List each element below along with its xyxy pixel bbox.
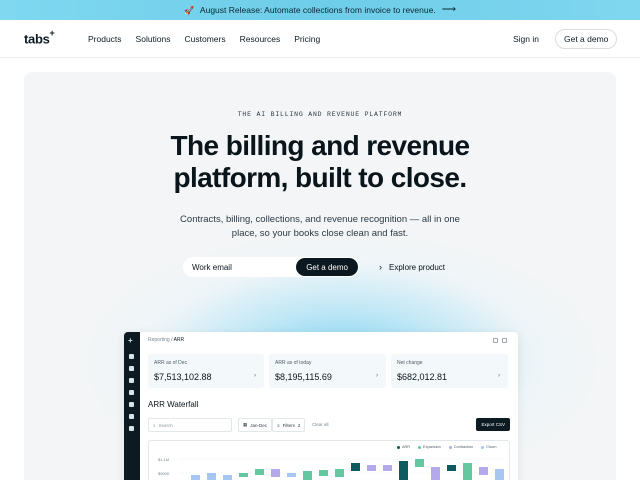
hero-get-demo-button[interactable]: Get a demo (296, 258, 358, 276)
app-logo-icon: + (128, 336, 133, 345)
breadcrumb: Reporting / ARR (148, 337, 184, 343)
kpi-value: $7,513,102.88 (154, 372, 212, 382)
chart-bar (191, 475, 200, 480)
chart-bar (351, 463, 360, 471)
y-tick-label: $1.1M (158, 457, 169, 462)
chart-bar (287, 473, 296, 477)
kpi-value: $8,195,115.69 (275, 372, 332, 382)
export-csv-button[interactable]: Export CSV (476, 418, 510, 431)
kpi-label: Net change (397, 360, 423, 366)
kpi-label: ARR as of Dec (154, 360, 188, 366)
hero-headline: The billing and revenue platform, built … (24, 130, 616, 194)
chart-bar (255, 469, 264, 475)
billing-icon[interactable] (129, 402, 134, 407)
report-search-input[interactable]: ⌕ Search (148, 418, 232, 432)
chart-bar (207, 473, 216, 480)
chart-bar (239, 473, 248, 477)
nav-links: Products Solutions Customers Resources P… (88, 34, 334, 44)
nav-link-products[interactable]: Products (88, 34, 122, 44)
chart-bar (431, 467, 440, 480)
explore-product-label: Explore product (389, 262, 446, 272)
headline-line-2: platform, built to close. (173, 162, 467, 193)
chart-bar (223, 475, 232, 480)
chart-bar (319, 470, 328, 476)
date-range-filter[interactable]: ▦ Jan-Dec (238, 418, 273, 432)
chart-bar (335, 469, 344, 477)
chart-bar (303, 471, 312, 480)
waterfall-title: ARR Waterfall (148, 400, 199, 409)
headline-line-1: The billing and revenue (170, 130, 471, 161)
chart-bar (447, 465, 456, 471)
product-preview: + Reporting / ARR ARR as of Dec $7,513,1… (124, 332, 518, 480)
breadcrumb-current: ARR (173, 337, 185, 343)
chart-bar (399, 461, 408, 480)
chart-bar (463, 463, 472, 480)
arrow-right-icon: ⟶ (441, 4, 457, 15)
filters-button[interactable]: ≡ Filters 2 (272, 418, 306, 432)
work-email-input[interactable] (192, 262, 292, 272)
revenue-icon[interactable] (129, 414, 134, 419)
chart-bar (415, 459, 424, 467)
filters-label: Filters (282, 422, 295, 428)
chart-bar (271, 469, 280, 477)
reports-icon[interactable] (129, 378, 134, 383)
filters-count: 2 (297, 422, 301, 428)
share-icon[interactable] (493, 338, 498, 343)
chevron-right-icon: › (498, 373, 500, 379)
chevron-right-icon: › (379, 262, 382, 272)
kpi-label: ARR as of today (275, 360, 312, 366)
contracts-icon[interactable] (129, 390, 134, 395)
logo[interactable]: tabs+ (24, 28, 55, 46)
report-toolbar: ⌕ Search ▦ Jan-Dec ≡ Filters 2 Clear all… (148, 418, 510, 432)
kpi-card-net-change[interactable]: Net change $682,012.81 › (391, 354, 508, 388)
logo-mark: + (49, 28, 55, 38)
clear-filters-link[interactable]: Clear all (312, 422, 329, 427)
chart-bar (495, 469, 504, 480)
kpi-value: $682,012.81 (397, 372, 448, 382)
home-icon[interactable] (129, 354, 134, 359)
chart-bar (383, 465, 392, 471)
app-sidebar: + (124, 332, 140, 480)
app-top-icons (493, 338, 507, 343)
settings-icon[interactable] (502, 338, 507, 343)
email-form: Get a demo (183, 257, 359, 277)
filter-icon: ≡ (277, 422, 280, 428)
chevron-right-icon: › (376, 373, 378, 379)
breadcrumb-parent[interactable]: Reporting / (148, 337, 172, 343)
nav-link-pricing[interactable]: Pricing (294, 34, 320, 44)
calendar-icon: ▦ (243, 422, 248, 427)
nav-link-solutions[interactable]: Solutions (136, 34, 171, 44)
nav-link-resources[interactable]: Resources (240, 34, 281, 44)
sign-in-link[interactable]: Sign in (513, 34, 539, 44)
announcement-bar[interactable]: 🚀 August Release: Automate collections f… (0, 0, 640, 20)
chevron-right-icon: › (254, 373, 256, 379)
nav-link-customers[interactable]: Customers (185, 34, 226, 44)
hero-eyebrow: THE AI BILLING AND REVENUE PLATFORM (237, 111, 403, 118)
announcement-text[interactable]: August Release: Automate collections fro… (200, 5, 436, 15)
explore-product-link[interactable]: › Explore product (379, 262, 445, 272)
waterfall-bars: $1.1M $900K (158, 457, 505, 480)
hero-subtext: Contracts, billing, collections, and rev… (180, 214, 460, 239)
search-placeholder: Search (158, 422, 173, 428)
kpi-card-arr-today[interactable]: ARR as of today $8,195,115.69 › (269, 354, 386, 388)
calendar-icon[interactable] (129, 426, 134, 431)
hero-section: THE AI BILLING AND REVENUE PLATFORM The … (24, 72, 616, 480)
top-nav: tabs+ Products Solutions Customers Resou… (0, 20, 640, 58)
search-icon: ⌕ (153, 422, 156, 428)
kpi-card-arr-dec[interactable]: ARR as of Dec $7,513,102.88 › (148, 354, 264, 388)
arr-waterfall-chart: ARR Expansion Contraction Churn $1.1M $9… (148, 440, 510, 480)
rocket-icon: 🚀 (183, 5, 194, 15)
inbox-icon[interactable] (129, 366, 134, 371)
get-demo-button[interactable]: Get a demo (555, 29, 618, 49)
chart-bar (367, 465, 376, 471)
date-range-label: Jan-Dec (250, 422, 268, 428)
y-tick-label: $900K (158, 471, 170, 476)
chart-bar (479, 467, 488, 475)
